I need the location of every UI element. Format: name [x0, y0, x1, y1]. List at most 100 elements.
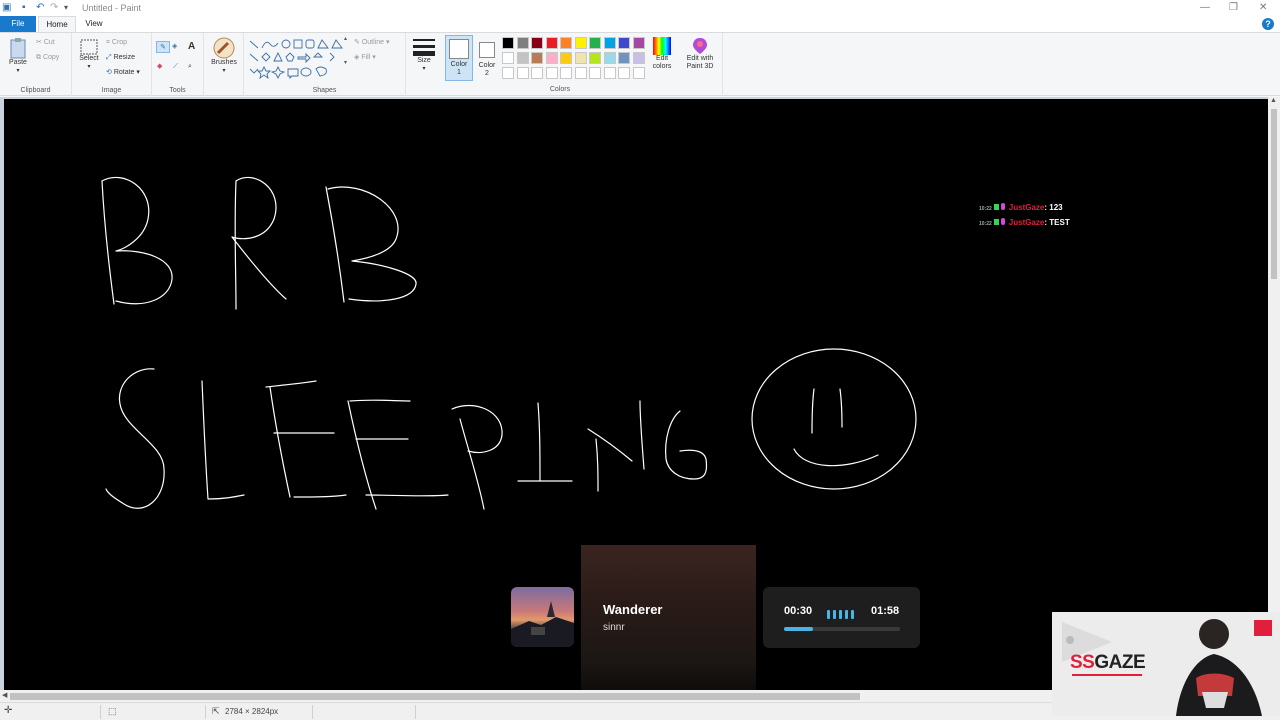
- palette-color-swatch[interactable]: [545, 52, 558, 64]
- undo-icon[interactable]: ↶: [36, 2, 44, 14]
- select-button[interactable]: Select ▾: [76, 39, 102, 71]
- cut-button[interactable]: ✂ Cut: [36, 37, 55, 49]
- size-label: Size: [417, 57, 431, 64]
- outline-dropdown[interactable]: ✎ Outline ▾: [354, 37, 389, 49]
- eraser-tool[interactable]: ◆: [157, 61, 162, 73]
- status-separator: [100, 705, 101, 719]
- restore-icon[interactable]: ❐: [1229, 2, 1238, 13]
- chat-badge-icon: [993, 219, 999, 225]
- palette-color-swatch[interactable]: [618, 52, 630, 64]
- horizontal-scroll-thumb[interactable]: [10, 693, 860, 700]
- scissors-icon: ✂: [36, 39, 42, 46]
- palette-color-swatch[interactable]: [502, 37, 514, 49]
- team-logo-suffix: GAZE: [1094, 652, 1146, 673]
- status-separator: [415, 705, 416, 719]
- palette-color-swatch[interactable]: [560, 37, 572, 49]
- scroll-up-icon[interactable]: ▲: [1270, 97, 1277, 104]
- color1-button[interactable]: Color 1: [445, 35, 473, 81]
- quick-access-dropdown-icon[interactable]: ▾: [64, 2, 68, 14]
- palette-color-swatch[interactable]: [574, 37, 587, 49]
- edit-with-paint3d-button[interactable]: Edit with Paint 3D: [682, 37, 718, 71]
- paste-button[interactable]: Paste ▾: [6, 37, 30, 75]
- crop-button[interactable]: ⌗ Crop: [106, 37, 127, 49]
- file-menu[interactable]: File: [0, 16, 36, 32]
- eyedropper-icon: ⟋: [173, 63, 178, 70]
- palette-color-swatch[interactable]: [632, 52, 645, 64]
- edit-colors-button[interactable]: Edit colors: [648, 37, 676, 71]
- brush-icon: [213, 37, 235, 59]
- cut-label: Cut: [43, 39, 55, 46]
- custom-color-slot[interactable]: [632, 67, 645, 79]
- vertical-scroll-thumb[interactable]: [1271, 109, 1277, 279]
- color2-num: 2: [485, 70, 489, 77]
- custom-color-slot[interactable]: [545, 67, 558, 79]
- magnifier-icon: ⌕: [188, 63, 192, 70]
- clipboard-group-label: Clipboard: [20, 87, 51, 94]
- scroll-left-icon[interactable]: ◀: [2, 691, 7, 699]
- text-tool[interactable]: A: [188, 41, 195, 53]
- custom-color-slot[interactable]: [589, 67, 601, 79]
- vertical-scrollbar[interactable]: ▲: [1268, 97, 1280, 690]
- rotate-button[interactable]: ⟲ Rotate ▾: [106, 67, 140, 79]
- select-label: Select: [79, 55, 99, 62]
- palette-color-swatch[interactable]: [603, 37, 616, 49]
- close-icon[interactable]: ✕: [1259, 2, 1267, 13]
- playback-progress-fill: [784, 627, 813, 631]
- team-logo: SSGAZE: [1070, 652, 1146, 674]
- image-group: Select ▾ ⌗ Crop ⤢ Resize ⟲ Rotate ▾ Imag…: [72, 33, 152, 96]
- palette-color-swatch[interactable]: [545, 37, 558, 49]
- save-icon[interactable]: ▪: [22, 2, 26, 14]
- palette-color-swatch[interactable]: [516, 37, 529, 49]
- custom-color-slot[interactable]: [516, 67, 529, 79]
- shapes-gallery[interactable]: [248, 39, 352, 79]
- chat-message: 10:22 JustGaze: 123: [979, 203, 1063, 212]
- webcam-overlay: SSGAZE: [1052, 612, 1280, 716]
- palette-color-swatch[interactable]: [560, 52, 572, 64]
- size-button[interactable]: Size ▾: [410, 37, 438, 73]
- palette-color-swatch[interactable]: [603, 52, 616, 64]
- palette-color-swatch[interactable]: [589, 37, 601, 49]
- text-icon: A: [188, 41, 196, 52]
- palette-color-swatch[interactable]: [531, 52, 543, 64]
- help-icon[interactable]: ?: [1262, 18, 1274, 30]
- palette-color-swatch[interactable]: [574, 52, 587, 64]
- chat-message: 10:22 JustGaze: TEST: [979, 218, 1070, 227]
- resize-button[interactable]: ⤢ Resize: [106, 52, 135, 64]
- fill-dropdown[interactable]: ◈ Fill ▾: [354, 52, 376, 64]
- redo-icon[interactable]: ↷: [50, 2, 58, 14]
- title-bar: ▣ ▪ ↶ ↷ ▾ Untitled - Paint — ❐ ✕: [0, 0, 1280, 16]
- tab-view[interactable]: View: [78, 16, 110, 32]
- custom-color-slot[interactable]: [574, 67, 587, 79]
- custom-color-slot[interactable]: [531, 67, 543, 79]
- image-group-label: Image: [101, 87, 122, 94]
- horizontal-scrollbar[interactable]: ◀: [0, 690, 1052, 702]
- copy-icon: ⧉: [36, 54, 41, 61]
- palette-color-swatch[interactable]: [589, 52, 601, 64]
- palette-color-swatch[interactable]: [516, 52, 529, 64]
- chat-text: : TEST: [1044, 218, 1070, 227]
- total-time: 01:58: [871, 605, 900, 617]
- color-picker-tool[interactable]: ⟋: [173, 61, 178, 73]
- custom-color-slot[interactable]: [502, 67, 514, 79]
- copy-button[interactable]: ⧉ Copy: [36, 52, 59, 64]
- shapes-scroll-up[interactable]: ▴: [344, 33, 347, 45]
- chat-mic-icon: [1000, 203, 1005, 210]
- magnifier-tool[interactable]: ⌕: [188, 61, 192, 73]
- tab-home[interactable]: Home: [38, 16, 76, 32]
- palette-color-swatch[interactable]: [502, 52, 514, 64]
- custom-color-slot[interactable]: [560, 67, 572, 79]
- palette-color-swatch[interactable]: [618, 37, 630, 49]
- colors-group-label: Colors: [549, 86, 571, 93]
- palette-color-swatch[interactable]: [531, 37, 543, 49]
- team-logo-prefix: SS: [1070, 652, 1095, 673]
- team-logo-underline: [1072, 674, 1142, 676]
- fill-tool[interactable]: ◈: [172, 41, 177, 53]
- custom-color-slot[interactable]: [603, 67, 616, 79]
- shapes-more[interactable]: ▾: [344, 57, 347, 69]
- brushes-button[interactable]: Brushes ▾: [210, 37, 238, 75]
- custom-color-slot[interactable]: [618, 67, 630, 79]
- minimize-icon[interactable]: —: [1200, 2, 1210, 13]
- palette-color-swatch[interactable]: [632, 37, 645, 49]
- pencil-tool[interactable]: ✎: [156, 41, 170, 53]
- color2-button[interactable]: Color 2: [475, 35, 499, 78]
